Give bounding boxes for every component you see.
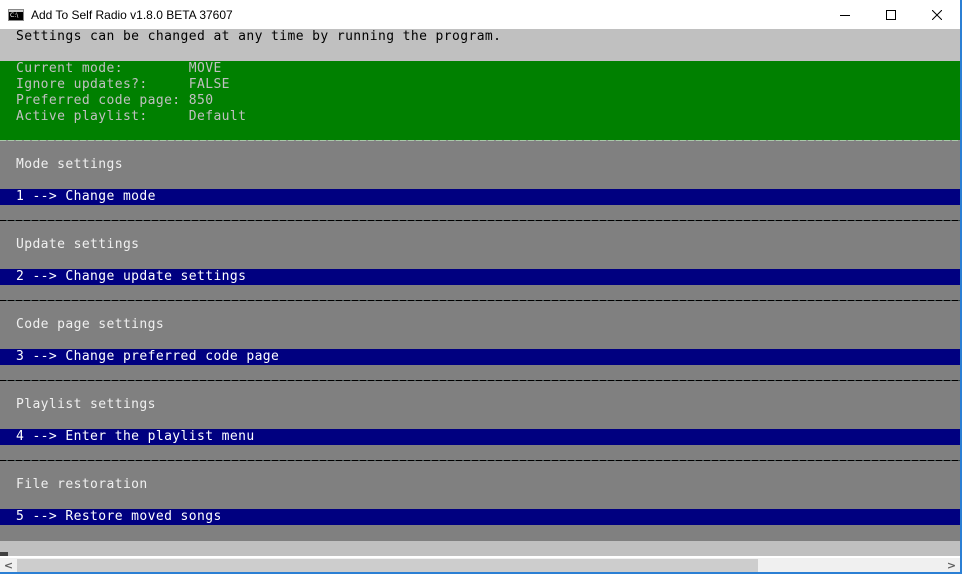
section-divider [0, 300, 960, 301]
status-value: Default [188, 109, 247, 124]
chevron-left-icon: < [3, 558, 14, 572]
maximize-icon [886, 9, 896, 20]
section-divider [0, 380, 960, 381]
menu-option-label: 4 --> Enter the playlist menu [16, 429, 255, 444]
section-heading-update: Update settings [16, 237, 140, 252]
chevron-right-icon: > [946, 558, 957, 572]
status-value: MOVE [188, 61, 222, 76]
minimize-icon [840, 14, 850, 16]
status-line-mode: Current mode: MOVE [16, 61, 222, 77]
status-line-playlist: Active playlist: Default [16, 109, 246, 125]
console-window: Add To Self Radio v1.8.0 BETA 37607 Sett… [0, 0, 962, 574]
status-value: 850 [188, 93, 214, 108]
menu-option-label: 3 --> Change preferred code page [16, 349, 280, 364]
status-divider [0, 140, 960, 141]
status-line-codepage: Preferred code page: 850 [16, 93, 213, 109]
scroll-right-button[interactable]: > [943, 558, 960, 572]
minimize-button[interactable] [822, 0, 868, 29]
close-button[interactable] [914, 0, 960, 29]
status-panel: Current mode: MOVE Ignore updates?: FALS… [0, 61, 960, 140]
scroll-left-button[interactable]: < [0, 558, 17, 572]
header-band: Settings can be changed at any time by r… [0, 29, 960, 61]
section-heading-playlist: Playlist settings [16, 397, 156, 412]
console-icon [8, 8, 24, 21]
section-heading-codepage: Code page settings [16, 317, 165, 332]
menu-option-1[interactable]: 1 --> Change mode [0, 189, 960, 205]
status-label: Preferred code page: [16, 93, 189, 108]
input-line[interactable] [0, 541, 960, 556]
menu-option-5[interactable]: 5 --> Restore moved songs [0, 509, 960, 525]
section-divider [0, 220, 960, 221]
section-heading-restore: File restoration [16, 477, 148, 492]
maximize-button[interactable] [868, 0, 914, 29]
status-label: Active playlist: [16, 109, 189, 124]
section-divider [0, 460, 960, 461]
menu-option-label: 5 --> Restore moved songs [16, 509, 222, 524]
close-icon [932, 9, 942, 20]
menu-option-4[interactable]: 4 --> Enter the playlist menu [0, 429, 960, 445]
console-output[interactable]: Settings can be changed at any time by r… [0, 29, 960, 541]
header-text: Settings can be changed at any time by r… [16, 29, 502, 44]
title-bar[interactable]: Add To Self Radio v1.8.0 BETA 37607 [0, 0, 960, 29]
menu-option-3[interactable]: 3 --> Change preferred code page [0, 349, 960, 365]
section-heading-mode: Mode settings [16, 157, 123, 172]
text-cursor [0, 552, 8, 556]
menu-option-2[interactable]: 2 --> Change update settings [0, 269, 960, 285]
status-label: Current mode: [16, 61, 189, 76]
status-line-updates: Ignore updates?: FALSE [16, 77, 230, 93]
menu-option-label: 2 --> Change update settings [16, 269, 247, 284]
window-title: Add To Self Radio v1.8.0 BETA 37607 [31, 7, 233, 22]
status-value: FALSE [188, 77, 230, 92]
window-controls [822, 0, 960, 29]
status-label: Ignore updates?: [16, 77, 189, 92]
scrollbar-thumb[interactable] [17, 559, 758, 572]
menu-option-label: 1 --> Change mode [16, 189, 156, 204]
horizontal-scrollbar[interactable]: < > [0, 557, 960, 572]
